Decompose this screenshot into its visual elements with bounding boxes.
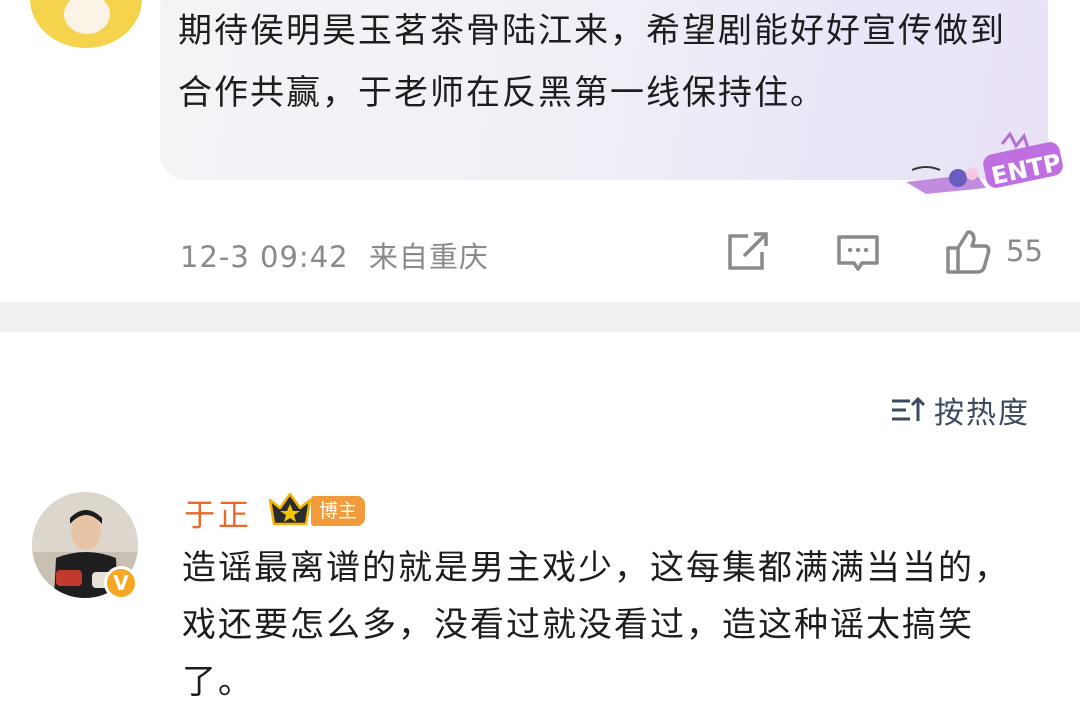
timestamp: 12-3 09:42 [180, 240, 349, 274]
username[interactable]: 于正 [184, 490, 252, 535]
comment-text: 造谣最离谱的就是男主戏少，这每集都满满当当的，戏还要怎么多，没看过就没看过，造这… [182, 548, 1010, 702]
location: 来自重庆 [368, 240, 489, 274]
verified-badge: V [104, 566, 138, 600]
sort-icon [892, 396, 926, 421]
like-icon[interactable] [944, 228, 992, 276]
role-badge: 博主 [311, 496, 366, 526]
comment-card-1: 期待侯明昊玉茗茶骨陆江来，希望剧能好好宣传做到合作共赢，于老师在反黑第一线保持住… [0, 0, 1080, 302]
sort-label: 按热度 [934, 396, 1030, 431]
sort-button[interactable]: 按热度 [890, 388, 1030, 432]
crown-icon [268, 492, 312, 526]
comment-text: 期待侯明昊玉茗茶骨陆江来，希望剧能好好宣传做到合作共赢，于老师在反黑第一线保持住… [178, 11, 1006, 113]
share-icon[interactable] [726, 232, 770, 272]
comment-icon[interactable] [836, 234, 880, 274]
avatar[interactable] [30, 0, 142, 48]
comment-meta: 12-3 09:42 来自重庆 [180, 234, 489, 276]
like-count: 55 [1006, 234, 1043, 268]
entp-badge-icon: ENTP [906, 131, 1064, 194]
section-divider [0, 302, 1080, 332]
